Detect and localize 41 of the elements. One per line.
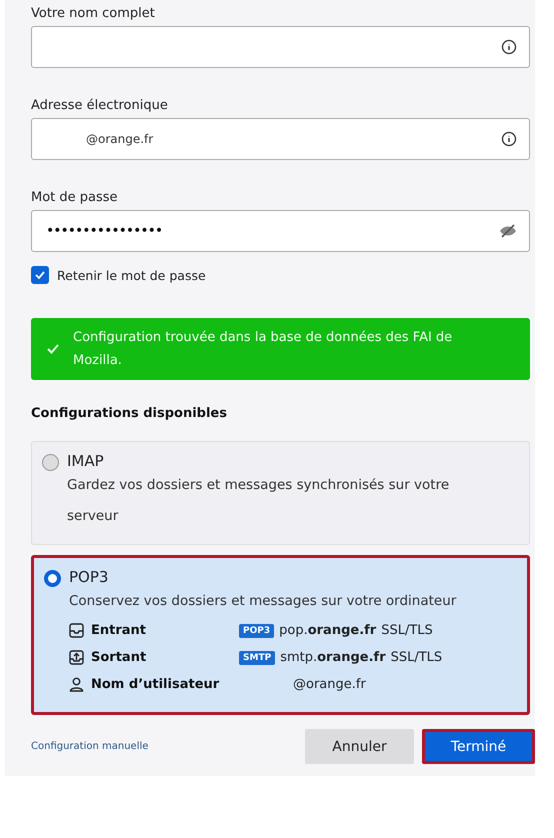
section-heading: Configurations disponibles [31,406,228,421]
server-name: @orange.fr [292,677,366,692]
radio-button[interactable] [44,570,61,587]
field-label: Adresse électronique [31,98,169,113]
text-field[interactable] [31,26,530,68]
eye-slash-icon[interactable] [499,224,517,238]
field-label: Votre nom complet [31,6,156,21]
field-label: Mot de passe [31,190,119,205]
detail-label: Nom d’utilisateur [91,677,220,692]
field-value: @orange.fr [85,132,154,146]
config-option[interactable]: POP3 Conservez vos dossiers et messages sur votre ordinateur Entrant POP3 pop.orange.fr SSL/TLS Sortant SMTP smtp.orange.fr SSL/TLS Nom d’utilisateur @orange.fr [31,555,530,715]
inbox-icon [69,623,84,638]
info-icon[interactable] [501,39,517,55]
checkbox-label: Retenir le mot de passe [57,268,206,282]
text-field[interactable]: @orange.fr [31,118,530,160]
banner-text: Configuration trouvée dans la base de données des FAI de Mozilla. [73,329,454,370]
option-description: Gardez vos dossiers et messages synchronisés sur votre serveur [67,476,450,526]
user-icon [69,677,84,692]
security-label: SSL/TLS [381,623,433,638]
checkmark-icon [35,271,45,279]
checkmark-icon [47,344,59,354]
config-option[interactable]: IMAP Gardez vos dossiers et messages synchronisés sur votre serveur [31,441,530,545]
detail-label: Sortant [91,650,148,665]
server-name: smtp.orange.fr [280,650,386,665]
security-label: SSL/TLS [390,650,442,665]
info-icon[interactable] [501,131,517,147]
cancel-button[interactable]: Annuler [305,729,414,764]
field-value: •••••••••••••••• [46,223,164,239]
manual-config-link[interactable]: Configuration manuelle [31,741,297,752]
outbox-icon [69,650,84,665]
password-field[interactable]: •••••••••••••••• [31,210,530,252]
checkbox[interactable] [31,266,49,284]
option-description: Conservez vos dossiers et messages sur votre ordinateur [69,592,456,611]
server-name: pop.orange.fr [279,623,376,638]
done-button[interactable]: Terminé [422,729,535,764]
option-name: IMAP [67,452,105,470]
radio-button[interactable] [42,454,59,471]
option-name: POP3 [69,568,110,586]
protocol-tag: SMTP [239,650,276,664]
detail-label: Entrant [91,623,148,638]
protocol-tag: POP3 [239,624,274,638]
